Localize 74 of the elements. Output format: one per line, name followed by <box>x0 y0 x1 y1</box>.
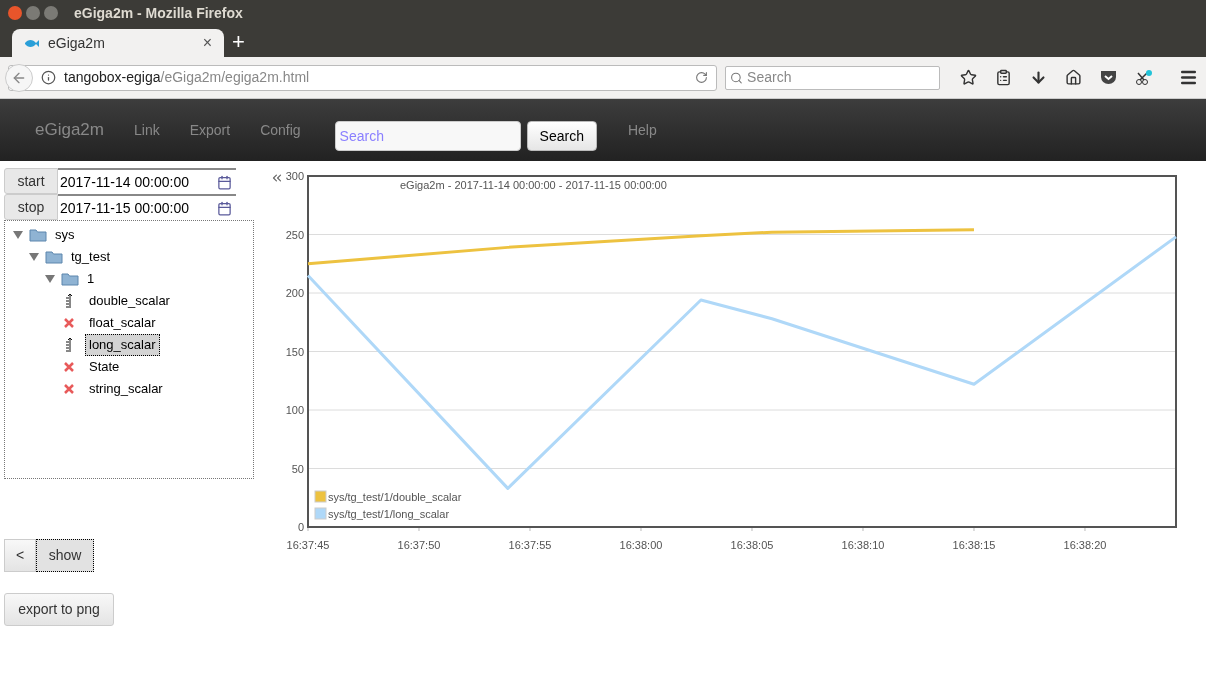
y-tick-label: 0 <box>297 521 304 533</box>
folder-icon <box>61 272 79 286</box>
url-text: tangobox-egiga/eGiga2m/egiga2m.html <box>64 68 311 87</box>
x-tick-label: 16:38:10 <box>841 539 885 551</box>
nav-link[interactable]: Link <box>134 119 160 141</box>
date-label-button[interactable]: stop <box>4 194 58 220</box>
show-button[interactable]: show <box>36 539 94 572</box>
search-button[interactable]: Search <box>526 121 597 151</box>
close-button[interactable] <box>8 6 22 20</box>
cross-icon <box>64 362 74 372</box>
x-tick-label: 16:37:45 <box>286 539 330 551</box>
expander-icon[interactable] <box>45 275 57 283</box>
x-tick-label: 16:38:05 <box>730 539 774 551</box>
download-icon[interactable] <box>1030 69 1047 86</box>
collapse-button[interactable]: < <box>4 539 36 572</box>
reading-list-icon[interactable] <box>995 69 1012 86</box>
collapse-panel-icon[interactable] <box>270 171 284 185</box>
reload-icon[interactable] <box>695 71 709 84</box>
x-tick-label: 16:37:55 <box>508 539 552 551</box>
help-link[interactable]: Help <box>627 119 657 141</box>
y-tick-label: 200 <box>285 287 304 299</box>
tree-leaf[interactable]: long_scalar <box>85 334 160 356</box>
plot-axis-icon <box>64 293 74 309</box>
maximize-button[interactable] <box>44 6 58 20</box>
y-tick-label: 250 <box>285 228 304 241</box>
legend-label: sys/tg_test/1/long_scalar <box>328 508 450 520</box>
x-tick-label: 16:38:00 <box>619 539 663 551</box>
y-tick-label: 150 <box>285 345 304 358</box>
new-tab-button[interactable]: + <box>232 30 245 53</box>
folder-icon <box>45 250 63 264</box>
bookmark-star-icon[interactable] <box>960 69 977 86</box>
calendar-icon[interactable] <box>217 174 232 190</box>
minimize-button[interactable] <box>26 6 40 20</box>
x-tick-label: 16:37:50 <box>397 539 441 551</box>
tree-leaf[interactable]: float_scalar <box>85 312 160 334</box>
y-tick-label: 300 <box>285 170 304 182</box>
tree-folder[interactable]: sys <box>55 225 75 245</box>
cross-icon <box>64 318 74 328</box>
export-png-button[interactable]: export to png <box>4 593 114 626</box>
calendar-icon[interactable] <box>217 200 232 216</box>
legend-label: sys/tg_test/1/double_scalar <box>328 491 462 503</box>
browser-tab[interactable]: eGiga2m × <box>12 29 224 57</box>
search-icon <box>730 70 744 85</box>
chart-title: eGiga2m - 2017-11-14 00:00:00 - 2017-11-15 00:00:00 <box>400 179 667 191</box>
folder-icon <box>29 228 47 242</box>
expander-icon[interactable] <box>13 231 25 239</box>
tree-folder[interactable]: 1 <box>87 269 95 289</box>
tree-leaf[interactable]: double_scalar <box>85 290 174 312</box>
tree-folder[interactable]: tg_test <box>71 247 111 267</box>
cross-icon <box>64 384 74 394</box>
browser-search-box[interactable]: Search <box>725 65 940 90</box>
nav-link[interactable]: Config <box>260 119 301 141</box>
tree-leaf[interactable]: string_scalar <box>85 378 167 400</box>
tree-leaf[interactable]: State <box>85 356 124 378</box>
address-bar[interactable]: tangobox-egiga/eGiga2m/egiga2m.html <box>8 64 718 91</box>
y-tick-label: 50 <box>291 462 304 475</box>
date-label-button[interactable]: start <box>4 168 58 194</box>
plot-axis-icon <box>64 337 74 353</box>
info-icon[interactable] <box>41 70 56 85</box>
pocket-icon[interactable] <box>1100 70 1117 85</box>
browser-search-field[interactable]: Search <box>747 67 935 88</box>
x-tick-label: 16:38:20 <box>1063 539 1107 551</box>
brand-link[interactable]: eGiga2m <box>35 117 104 143</box>
window-title: eGiga2m - Mozilla Firefox <box>74 3 243 23</box>
menu-icon[interactable] <box>1179 68 1198 87</box>
expander-icon[interactable] <box>29 253 41 261</box>
nav-link[interactable]: Export <box>189 119 231 141</box>
x-tick-label: 16:38:15 <box>952 539 996 551</box>
scissors-icon[interactable] <box>1135 69 1153 86</box>
y-tick-label: 100 <box>285 404 304 416</box>
home-icon[interactable] <box>1065 69 1082 86</box>
app-search-field[interactable]: Search <box>334 121 521 151</box>
fish-logo-icon <box>24 38 40 48</box>
tab-close-button[interactable]: × <box>202 31 212 55</box>
